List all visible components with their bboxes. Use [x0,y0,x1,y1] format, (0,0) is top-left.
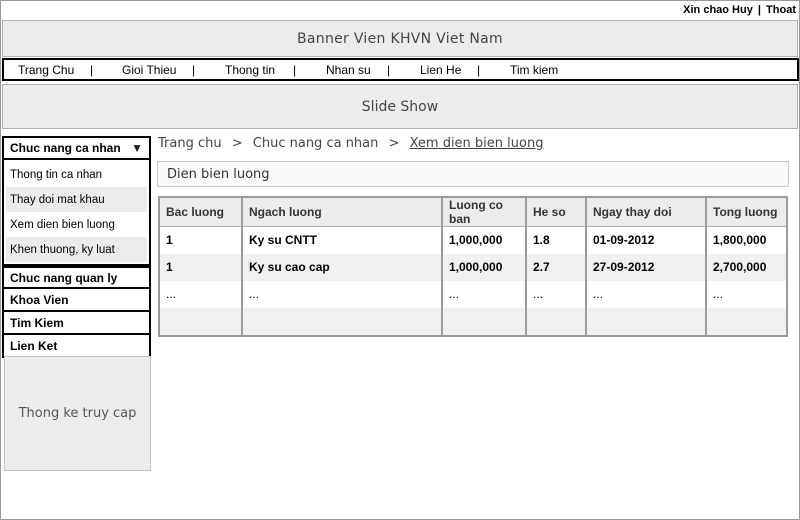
nav-separator: | [477,63,481,77]
table-cell: 2.7 [526,253,587,281]
table-cell [586,307,707,335]
breadcrumb-item-current[interactable]: Xem dien bien luong [410,136,544,151]
column-header-luong-co-ban: Luong co ban [442,198,527,227]
slideshow-text: Slide Show [361,98,439,115]
submenu-item-xem-dien-bien-luong[interactable]: Xem dien bien luong [6,212,147,237]
table-cell: ... [442,280,527,308]
breadcrumb-item-home[interactable]: Trang chu [158,136,222,151]
submenu-item-thong-tin-ca-nhan[interactable]: Thong tin ca nhan [6,162,147,187]
slideshow[interactable]: Slide Show [2,84,798,129]
salary-table: Bac luong Ngach luong Luong co ban He so… [158,196,788,337]
user-bar-separator: | [757,4,761,16]
logout-link[interactable]: Thoat [766,4,796,16]
table-header-row: Bac luong Ngach luong Luong co ban He so… [160,198,786,227]
table-row [160,307,786,335]
sidebar: Chuc nang ca nhan ▼ Thong tin ca nhan Th… [2,136,151,358]
column-header-bac-luong: Bac luong [160,198,243,227]
section-title-text: Dien bien luong [167,166,270,182]
table-cell [706,307,786,335]
table-cell: 2,700,000 [706,253,786,281]
sidebar-item-lien-ket[interactable]: Lien Ket [2,335,151,358]
access-stats-box: Thong ke truy cap [4,356,151,471]
table-row: ... ... ... ... ... ... [160,280,786,308]
nav-item-nhan-su[interactable]: Nhan su [326,63,371,77]
table-row: 1 Ky su cao cap 1,000,000 2.7 27-09-2012… [160,253,786,281]
table-row: 1 Ky su CNTT 1,000,000 1.8 01-09-2012 1,… [160,226,786,254]
nav-item-trang-chu[interactable]: Trang Chu [18,63,74,77]
table-cell: 1.8 [526,226,587,254]
section-title: Dien bien luong [157,161,789,187]
table-cell: Ky su cao cap [242,253,443,281]
banner-text: Banner Vien KHVN Viet Nam [297,30,503,47]
submenu-item-khen-thuong-ky-luat[interactable]: Khen thuong, ky luat [6,237,147,262]
nav-item-thong-tin[interactable]: Thong tin [225,63,275,77]
table-cell [242,307,443,335]
table-cell: ... [160,280,243,308]
breadcrumb-separator: > [388,136,400,151]
nav-item-gioi-thieu[interactable]: Gioi Thieu [122,63,176,77]
table-cell: ... [242,280,443,308]
breadcrumb: Trang chu > Chuc nang ca nhan > Xem dien… [158,136,543,151]
table-cell: ... [526,280,587,308]
nav-separator: | [387,63,391,77]
table-cell [526,307,587,335]
column-header-he-so: He so [526,198,587,227]
table-cell: 1,000,000 [442,253,527,281]
user-bar: Xin chao Huy | Thoat [683,4,796,16]
breadcrumb-separator: > [231,136,243,151]
table-cell [442,307,527,335]
access-stats-label: Thong ke truy cap [18,406,137,421]
sidebar-item-chuc-nang-quan-ly[interactable]: Chuc nang quan ly [2,266,151,289]
chevron-down-icon[interactable]: ▼ [131,141,143,155]
table-cell: 01-09-2012 [586,226,707,254]
sidebar-item-khoa-vien[interactable]: Khoa Vien [2,289,151,312]
sidebar-item-tim-kiem[interactable]: Tim Kiem [2,312,151,335]
greeting-text: Xin chao Huy [683,4,753,16]
main-nav: Trang Chu | Gioi Thieu | Thong tin | Nha… [2,58,799,81]
table-cell: 1 [160,226,243,254]
table-cell: 1,800,000 [706,226,786,254]
column-header-tong-luong: Tong luong [706,198,786,227]
personal-submenu: Thong tin ca nhan Thay doi mat khau Xem … [2,160,151,266]
table-cell: 1 [160,253,243,281]
column-header-ngach-luong: Ngach luong [242,198,443,227]
banner: Banner Vien KHVN Viet Nam [2,20,798,57]
table-cell [160,307,243,335]
table-cell: ... [706,280,786,308]
nav-separator: | [90,63,94,77]
personal-menu-label: Chuc nang ca nhan [10,141,121,155]
personal-menu-header[interactable]: Chuc nang ca nhan ▼ [2,136,151,160]
submenu-item-thay-doi-mat-khau[interactable]: Thay doi mat khau [6,187,147,212]
nav-item-tim-kiem[interactable]: Tim kiem [510,63,558,77]
table-cell: 1,000,000 [442,226,527,254]
table-cell: ... [586,280,707,308]
nav-item-lien-he[interactable]: Lien He [420,63,461,77]
breadcrumb-item-personal[interactable]: Chuc nang ca nhan [253,136,379,151]
column-header-ngay-thay-doi: Ngay thay doi [586,198,707,227]
nav-separator: | [293,63,297,77]
table-cell: 27-09-2012 [586,253,707,281]
table-cell: Ky su CNTT [242,226,443,254]
nav-separator: | [192,63,196,77]
